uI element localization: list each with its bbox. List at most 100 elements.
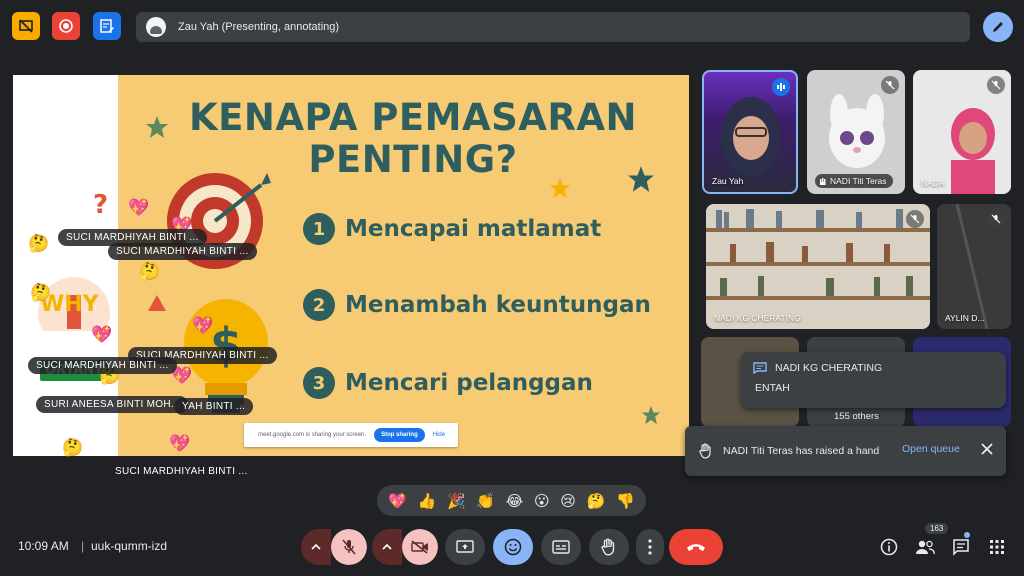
- present-screen-icon: [456, 540, 474, 553]
- chat-notification[interactable]: NADI KG CHERATING ENTAH: [741, 352, 1006, 408]
- reaction-emoji: 🤔: [139, 262, 161, 282]
- reaction-name-pill: SUCI MARDHIYAH BINTI ...: [28, 357, 177, 374]
- meeting-info-icon[interactable]: [878, 536, 900, 558]
- raise-hand-button[interactable]: [589, 529, 629, 565]
- participant-tile-aylin[interactable]: AYLIN D...: [937, 204, 1011, 329]
- share-banner-message: meet.google.com is sharing your screen.: [258, 432, 367, 438]
- speaking-indicator-icon: [772, 78, 790, 96]
- open-queue-link[interactable]: Open queue: [902, 443, 960, 455]
- more-vert-icon: [648, 539, 652, 555]
- reaction-surprised-button[interactable]: 😮: [534, 492, 550, 510]
- participant-video: [721, 97, 781, 177]
- star-decoration: [628, 166, 654, 192]
- participant-tile-kg-cherating[interactable]: NADI KG CHERATING: [706, 204, 930, 329]
- divider: |: [81, 539, 85, 553]
- mic-control: [301, 529, 367, 565]
- triangle-decoration: [148, 295, 166, 311]
- close-icon[interactable]: [978, 440, 996, 458]
- mic-off-button[interactable]: [331, 529, 367, 565]
- annotate-pen-icon[interactable]: [983, 12, 1013, 42]
- reaction-emoji: 🤔: [62, 438, 84, 458]
- reaction-thumbs-down-button[interactable]: 👎: [616, 492, 635, 510]
- raised-hand-toast: NADI Titi Teras has raised a hand Open q…: [685, 426, 1006, 476]
- captions-button[interactable]: [541, 529, 581, 565]
- raised-hand-chip: NADI Titi Teras: [815, 174, 893, 188]
- clock: 10:09 AM: [18, 539, 69, 553]
- reaction-laugh-button[interactable]: 😂: [506, 492, 524, 510]
- others-count-label[interactable]: 155 others: [834, 411, 879, 422]
- participant-name: NADI KG CHERATING: [714, 313, 801, 323]
- reaction-emoji: 💖: [128, 198, 150, 218]
- record-icon[interactable]: [52, 12, 80, 40]
- people-icon[interactable]: [914, 536, 936, 558]
- muted-mic-icon: [987, 76, 1005, 94]
- slide-point-1: 1 Mencapai matlamat: [303, 213, 601, 245]
- camera-off-icon: [411, 540, 428, 554]
- present-off-icon[interactable]: [12, 12, 40, 40]
- reaction-name-pill: YAH BINTI ...: [174, 398, 254, 415]
- reaction-emoji: 🤔: [28, 234, 50, 254]
- raised-hand-icon: [820, 177, 826, 185]
- reactions-button[interactable]: [493, 529, 533, 565]
- more-options-button[interactable]: [636, 529, 664, 565]
- presenting-label: Zau Yah (Presenting, annotating): [178, 21, 340, 33]
- muted-mic-icon: [987, 210, 1005, 228]
- reaction-name-pill: SUCI MARDHIYAH BINTI ...: [108, 243, 257, 260]
- participant-tile-titi[interactable]: NADI Titi Teras: [807, 70, 905, 194]
- star-decoration: [641, 405, 661, 425]
- muted-mic-icon: [906, 210, 924, 228]
- chat-icon[interactable]: [950, 536, 972, 558]
- reaction-name-pill: SURI ANEESA BINTI MOH...: [36, 396, 189, 413]
- participant-tile-zau[interactable]: Zau Yah: [702, 70, 798, 194]
- reaction-emoji: 🤔: [30, 283, 52, 303]
- reactions-bar: 💖 👍 🎉 👏 😂 😮 😢 🤔 👎: [377, 485, 646, 516]
- slide-point-3: 3 Mencari pelanggan: [303, 367, 593, 399]
- reaction-heart-button[interactable]: 💖: [388, 492, 407, 510]
- muted-mic-icon: [881, 76, 899, 94]
- slide-point-2: 2 Menambah keuntungan: [303, 289, 651, 321]
- present-screen-button[interactable]: [445, 529, 485, 565]
- camera-control: [372, 529, 438, 565]
- reaction-sad-button[interactable]: 😢: [560, 492, 576, 510]
- hand-toast-message: NADI Titi Teras has raised a hand: [723, 445, 880, 457]
- raised-hand-icon: [699, 443, 711, 459]
- activities-grid-icon[interactable]: [986, 536, 1008, 558]
- edit-note-icon[interactable]: [93, 12, 121, 40]
- emoji-smile-icon: [504, 538, 522, 556]
- reaction-name-pill: SUCI MARDHIYAH BINTI ...: [107, 463, 256, 480]
- reaction-thinking-button[interactable]: 🤔: [587, 492, 606, 510]
- participant-video: [951, 108, 995, 194]
- chat-message-icon: [753, 362, 767, 374]
- reaction-clap-button[interactable]: 👏: [476, 492, 495, 510]
- participant-name: NADA: [921, 178, 945, 188]
- meeting-code: uuk-qumm-izd: [91, 539, 168, 553]
- question-mark-decoration: ?: [93, 190, 109, 220]
- chat-message: ENTAH: [755, 382, 790, 394]
- end-call-button[interactable]: [669, 529, 723, 565]
- participant-video: [706, 204, 930, 329]
- participant-name: Zau Yah: [712, 176, 744, 186]
- participant-tile-nada[interactable]: NADA: [913, 70, 1011, 194]
- chat-sender: NADI KG CHERATING: [775, 362, 883, 374]
- stop-sharing-button[interactable]: Stop sharing: [374, 428, 425, 442]
- camera-options-chevron-icon[interactable]: [372, 529, 402, 565]
- screen-share-banner: meet.google.com is sharing your screen. …: [244, 423, 458, 447]
- reaction-party-button[interactable]: 🎉: [447, 492, 466, 510]
- mic-off-icon: [342, 539, 356, 555]
- participant-name: AYLIN D...: [945, 313, 985, 323]
- reaction-thumbs-up-button[interactable]: 👍: [418, 492, 437, 510]
- top-bar: Zau Yah (Presenting, annotating): [0, 0, 1024, 54]
- reaction-emoji: 💖: [91, 325, 113, 345]
- participant-name: NADI Titi Teras: [830, 176, 887, 186]
- chat-unread-dot: [964, 532, 970, 538]
- presenting-bar[interactable]: Zau Yah (Presenting, annotating): [136, 12, 970, 42]
- presenter-avatar: [146, 17, 166, 37]
- hide-banner-link[interactable]: Hide: [433, 432, 445, 438]
- reaction-emoji: 💖: [169, 434, 191, 454]
- participant-count-badge: 163: [925, 523, 949, 534]
- camera-off-button[interactable]: [402, 529, 438, 565]
- participant-video: [829, 94, 885, 168]
- end-call-icon: [687, 544, 705, 551]
- mic-options-chevron-icon[interactable]: [301, 529, 331, 565]
- star-decoration: [146, 116, 168, 138]
